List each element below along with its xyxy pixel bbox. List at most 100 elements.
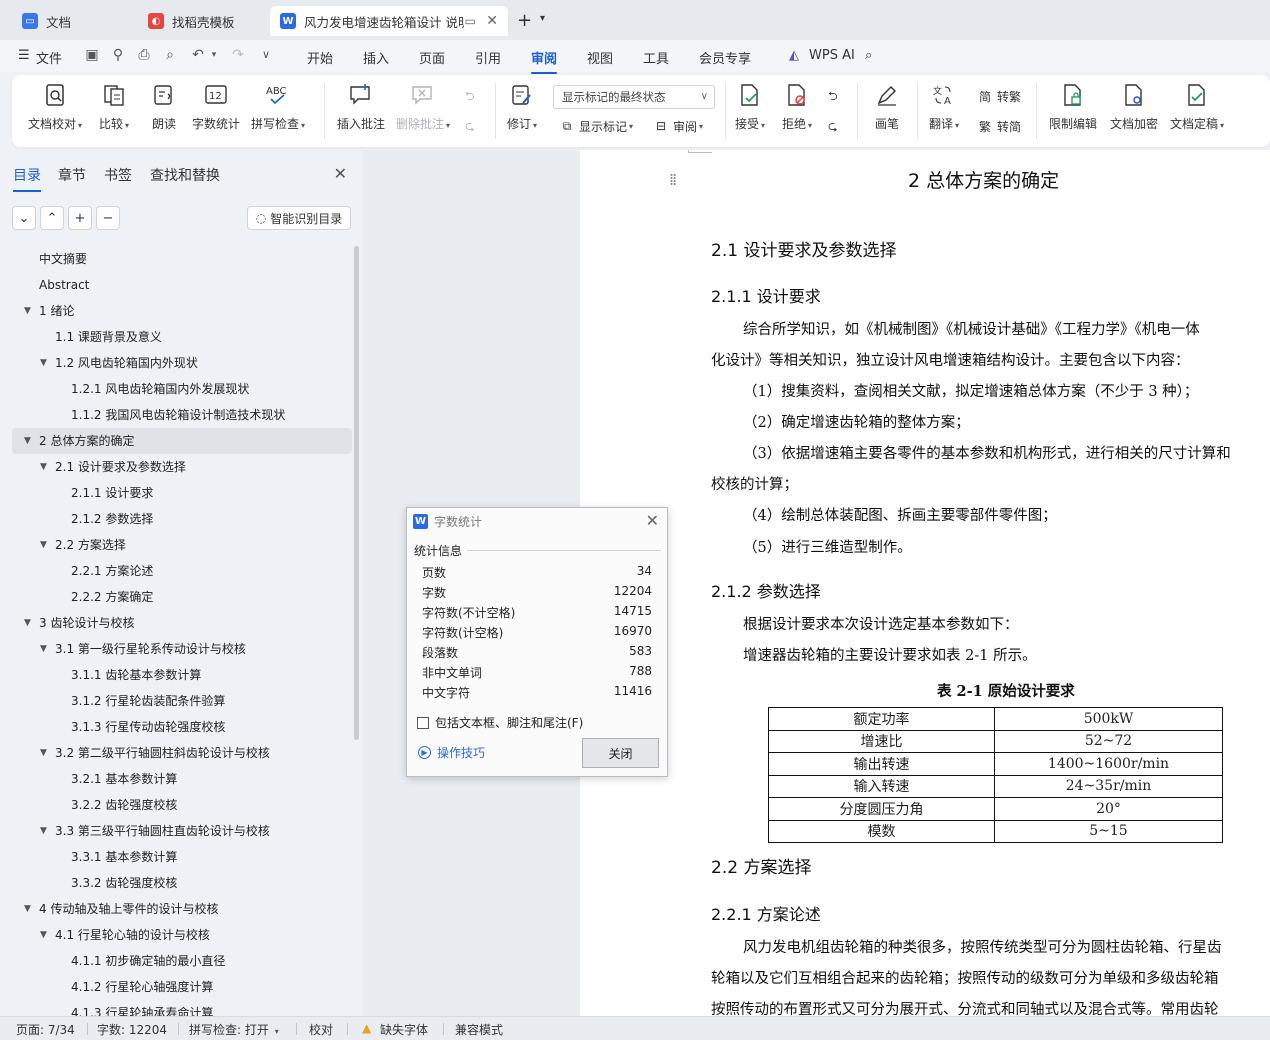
toc-item[interactable]: ▼ 1.2 风电齿轮箱国内外现状 [12,350,352,376]
menu-references[interactable]: 引用 [475,48,501,67]
toc-item[interactable]: 2.1.2 参数选择 [12,506,352,532]
menu-insert[interactable]: 插入 [363,48,389,67]
toc-item[interactable]: 3.2.1 基本参数计算 [12,766,352,792]
menu-page[interactable]: 页面 [419,48,445,67]
toc-item[interactable]: 中文摘要 [12,246,352,272]
toc-item[interactable]: 3.1.3 行星传动齿轮强度校核 [12,714,352,740]
doc-check-button[interactable]: 文档校对 ▾ [28,81,82,132]
close-tab-icon[interactable]: ✕ [486,13,498,29]
toc-item[interactable]: ▼ 4 传动轴及轴上零件的设计与校核 [12,896,352,922]
toc-item[interactable]: ▼ 3.2 第二级平行轴圆柱斜齿轮设计与校核 [12,740,352,766]
redo-icon[interactable]: ↷ [230,47,246,63]
translate-button[interactable]: 文A 翻译 ▾ [929,81,959,132]
toc-item[interactable]: 4.1.1 初步确定轴的最小直径 [12,948,352,974]
menu-member[interactable]: 会员专享 [699,48,751,67]
tab-find-replace[interactable]: 查找和替换 [150,165,220,185]
compare-button[interactable]: 比较 ▾ [99,81,129,132]
tab-docer-templates[interactable]: ◐ 找稻壳模板 [138,6,264,36]
word-count-indicator[interactable]: 字数: 12204 [97,1021,167,1038]
toc-item[interactable]: ▼ 3.3 第三级平行轴圆柱直齿轮设计与校核 [12,818,352,844]
page-indicator[interactable]: 页面: 7/34 [16,1021,75,1038]
undo-icon[interactable]: ↶ [190,47,206,63]
expand-triangle-icon[interactable]: ▼ [40,636,47,662]
next-comment-icon[interactable]: ⮎ [465,117,475,138]
accept-button[interactable]: 接受 ▾ [735,81,765,132]
toc-item[interactable]: 3.3.2 齿轮强度校核 [12,870,352,896]
dialog-close-icon[interactable]: ✕ [646,511,659,530]
collapse-all-button[interactable]: ⌃ [40,206,64,230]
toc-item[interactable]: 3.3.1 基本参数计算 [12,844,352,870]
insert-comment-button[interactable]: 插入批注 [337,81,385,132]
toc-item[interactable]: Abstract [12,272,352,298]
read-aloud-button[interactable]: 朗读 [151,81,177,132]
menu-tools[interactable]: 工具 [643,48,669,67]
proof-indicator[interactable]: 校对 [309,1021,333,1038]
reject-button[interactable]: 拒绝 ▾ [782,81,812,132]
toc-item[interactable]: ▼ 3 齿轮设计与校核 [12,610,352,636]
menu-file[interactable]: 文件 [36,48,62,67]
delete-comment-button[interactable]: 删除批注 ▾ [396,81,450,132]
expand-all-button[interactable]: ⌄ [12,206,36,230]
toc-item[interactable]: 1.1 课题背景及意义 [12,324,352,350]
expand-triangle-icon[interactable]: ▼ [24,610,31,636]
expand-triangle-icon[interactable]: ▼ [40,454,47,480]
tab-documents[interactable]: ▭ 文档 [12,6,128,36]
hamburger-icon[interactable]: ☰ [18,48,30,63]
share-link-icon[interactable]: ⚲ [110,47,126,63]
toc-item[interactable]: ▼ 2.1 设计要求及参数选择 [12,454,352,480]
tab-sections[interactable]: 章节 [58,165,86,185]
wps-ai-icon[interactable]: ◭ [789,48,799,63]
add-heading-button[interactable]: + [68,206,92,230]
spell-check-button[interactable]: ABC 拼写检查 ▾ [251,81,305,132]
expand-triangle-icon[interactable]: ▼ [24,428,31,454]
previous-comment-icon[interactable]: ⮌ [465,87,475,108]
tab-bookmarks[interactable]: 书签 [104,165,132,185]
toc-item[interactable]: ▼ 1 绪论 [12,298,352,324]
include-textboxes-checkbox[interactable]: 包括文本框、脚注和尾注(F) [417,714,583,731]
close-button[interactable]: 关闭 [582,738,659,768]
expand-triangle-icon[interactable]: ▼ [24,298,31,324]
show-markup-button[interactable]: ⧉ 显示标记 ▾ [558,117,633,135]
toc-item[interactable]: ▼ 4.1 行星轮心轴的设计与校核 [12,922,352,948]
expand-triangle-icon[interactable]: ▼ [40,532,47,558]
expand-triangle-icon[interactable]: ▼ [40,740,47,766]
encrypt-button[interactable]: 文档加密 [1110,81,1158,132]
expand-triangle-icon[interactable]: ▼ [40,350,47,376]
print-preview-icon[interactable]: ⌕ [162,47,178,63]
toc-item[interactable]: ▼ 2 总体方案的确定 [12,428,352,454]
save-icon[interactable]: ▣ [84,47,100,63]
toc-item[interactable]: 2.2.2 方案确定 [12,584,352,610]
search-icon[interactable]: ⌕ [865,48,872,63]
monitor-icon[interactable]: ▭ [465,14,476,28]
expand-triangle-icon[interactable]: ▼ [40,922,47,948]
menu-review[interactable]: 审阅 [531,48,558,74]
chevron-down-icon[interactable]: ▾ [540,13,545,24]
review-pane-button[interactable]: ⊟ 审阅 ▾ [652,117,703,135]
toc-item[interactable]: 1.1.2 我国风电齿轮箱设计制造技术现状 [12,402,352,428]
toc-item[interactable]: 4.1.2 行星轮心轴强度计算 [12,974,352,1000]
smart-toc-button[interactable]: ◌ 智能识别目录 [247,206,351,230]
previous-change-icon[interactable]: ⮌ [828,87,838,108]
toc-item[interactable]: 3.1.2 行星轮齿装配条件验算 [12,688,352,714]
restrict-edit-button[interactable]: 限制编辑 [1049,81,1097,132]
word-count-button[interactable]: 12 字数统计 [192,81,240,132]
toc-item[interactable]: 1.2.1 风电齿轮箱国内外发展现状 [12,376,352,402]
tab-toc[interactable]: 目录 [13,165,41,192]
menu-wps-ai[interactable]: WPS AI [809,48,855,63]
to-simplified-button[interactable]: 繁 转简 [976,117,1021,135]
toc-item[interactable]: 3.1.1 齿轮基本参数计算 [12,662,352,688]
to-traditional-button[interactable]: 简 转繁 [976,87,1021,105]
more-quick-access-icon[interactable]: ∨ [258,47,274,63]
toc-scrollbar[interactable] [354,246,359,740]
toc-item[interactable]: 3.2.2 齿轮强度校核 [12,792,352,818]
tab-current-document[interactable]: W 风力发电增速齿轮箱设计 说明 ▭ ✕ [270,6,508,36]
track-changes-button[interactable]: 修订 ▾ [507,81,537,132]
display-mode-select[interactable]: 显示标记的最终状态 ∨ [553,85,715,109]
drag-handle-icon[interactable]: ⁞⁞ [669,170,677,189]
pen-button[interactable]: 画笔 [874,81,900,132]
missing-font-indicator[interactable]: 缺失字体 [380,1021,428,1038]
chevron-down-icon[interactable]: ▾ [206,47,222,63]
menu-view[interactable]: 视图 [587,48,613,67]
expand-triangle-icon[interactable]: ▼ [40,818,47,844]
dialog-title-bar[interactable]: W 字数统计 [413,513,482,530]
